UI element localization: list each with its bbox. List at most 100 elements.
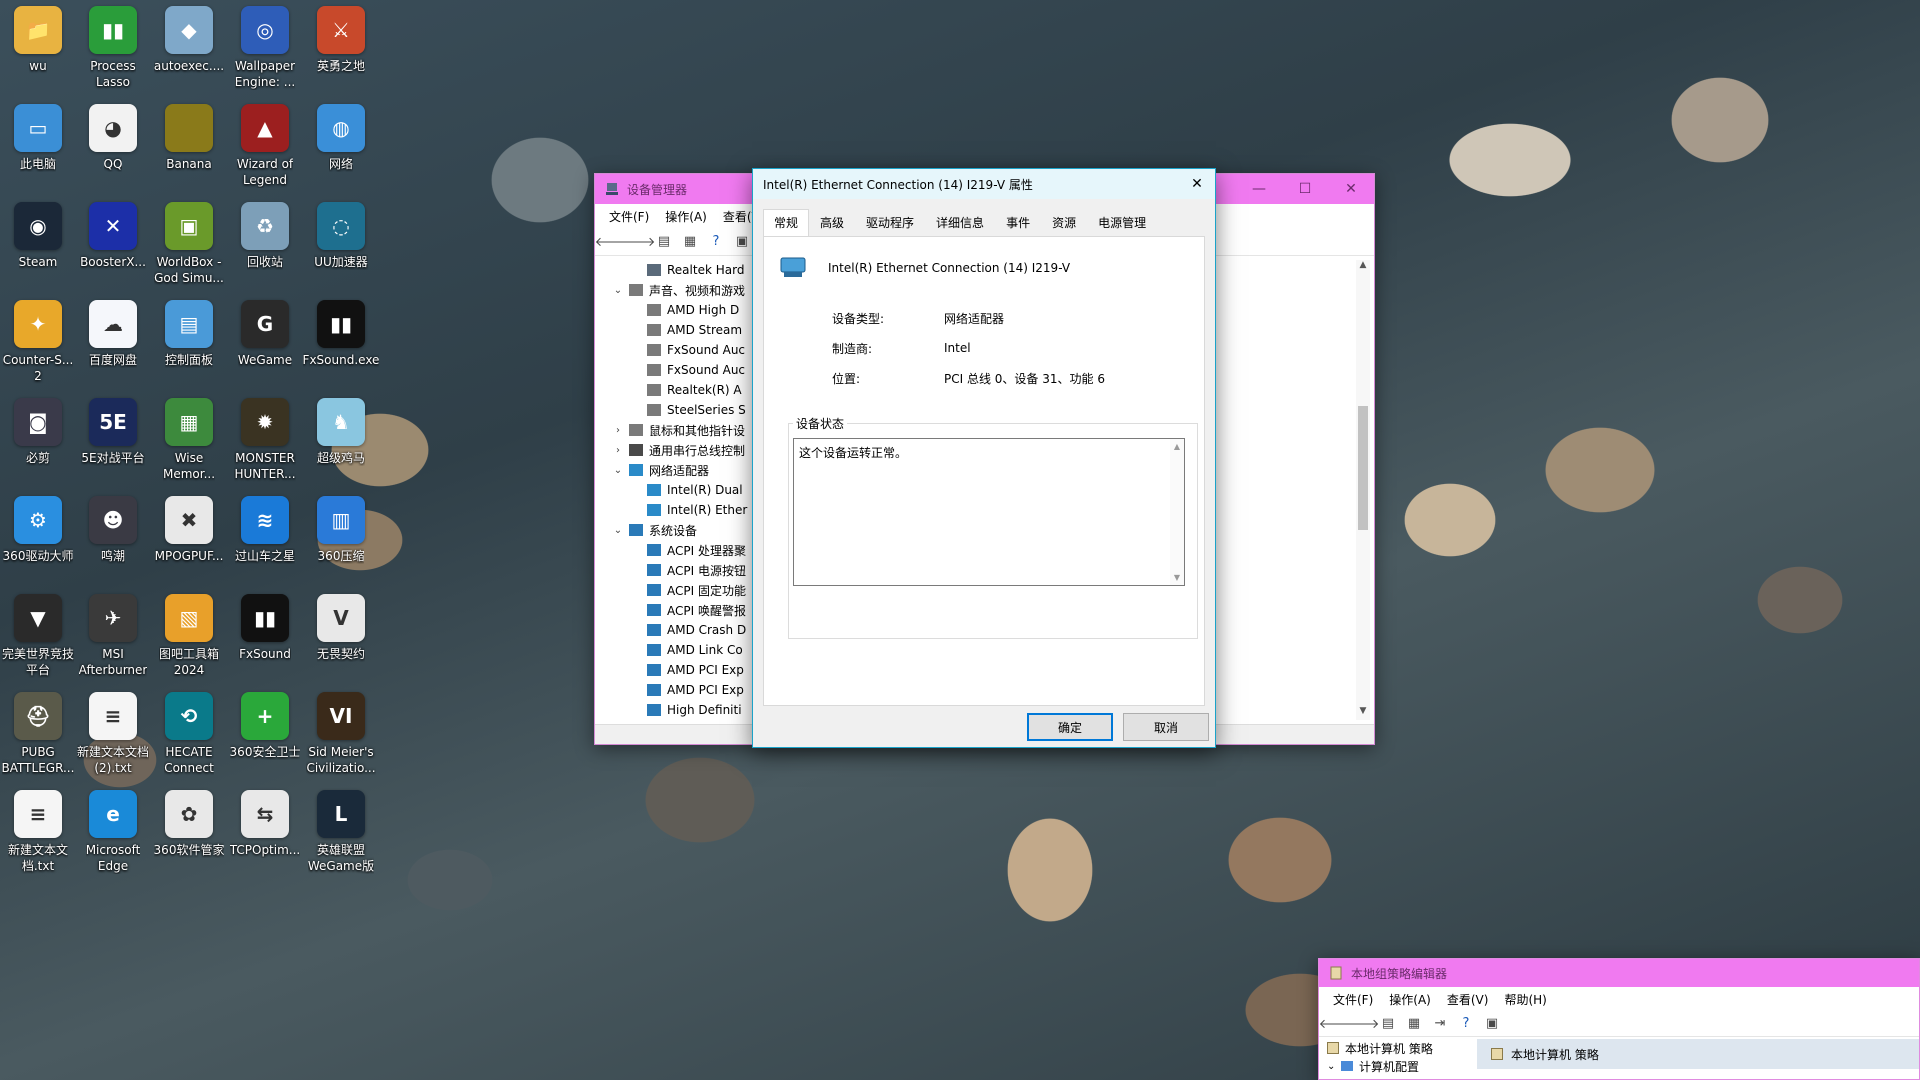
tree-item[interactable]: AMD Link Co: [607, 640, 757, 660]
export-icon[interactable]: ⇥: [1429, 1014, 1451, 1034]
tree-item[interactable]: Realtek(R) A: [607, 380, 757, 400]
status-textbox-scrollbar[interactable]: ▲ ▼: [1170, 439, 1184, 585]
tree-item[interactable]: AMD High D: [607, 300, 757, 320]
desktop-icon[interactable]: ◕ QQ: [75, 104, 151, 172]
desktop-icon[interactable]: ▧ 图吧工具箱 2024: [151, 594, 227, 678]
device-manager-scrollbar[interactable]: ▲ ▼: [1356, 260, 1370, 720]
tree-item[interactable]: FxSound Auc: [607, 340, 757, 360]
console-tree-icon[interactable]: ▤: [1377, 1014, 1399, 1034]
desktop-icon[interactable]: ◆ autoexec....: [151, 6, 227, 74]
ok-button[interactable]: 确定: [1027, 713, 1113, 741]
scroll-down-icon[interactable]: ▼: [1170, 573, 1184, 582]
tree-item[interactable]: › 鼠标和其他指针设: [607, 420, 757, 440]
properties-icon[interactable]: ▦: [1403, 1014, 1425, 1034]
desktop-icon[interactable]: ▦ Wise Memor...: [151, 398, 227, 482]
tree-item[interactable]: AMD Stream: [607, 320, 757, 340]
help-icon[interactable]: ?: [1455, 1014, 1477, 1034]
desktop-icon[interactable]: ☁ 百度网盘: [75, 300, 151, 368]
desktop-icon[interactable]: ✕ BoosterX...: [75, 202, 151, 270]
gp-tree-computer-config[interactable]: ⌄ 计算机配置: [1327, 1057, 1477, 1075]
desktop-icon[interactable]: ♻ 回收站: [227, 202, 303, 270]
minimize-button[interactable]: —: [1236, 174, 1282, 204]
chevron-right-icon[interactable]: ›: [611, 445, 625, 456]
desktop-icon[interactable]: ▮▮ FxSound: [227, 594, 303, 662]
chevron-down-icon[interactable]: ⌄: [611, 525, 625, 536]
desktop-icon[interactable]: VI Sid Meier's Civilizatio...: [303, 692, 379, 776]
cancel-button[interactable]: 取消: [1123, 713, 1209, 741]
console-tree-icon[interactable]: ▤: [653, 232, 675, 252]
gp-tree-root[interactable]: 本地计算机 策略: [1327, 1039, 1477, 1057]
device-status-textbox[interactable]: 这个设备运转正常。 ▲ ▼: [793, 438, 1185, 586]
forward-arrow-icon[interactable]: 🡒: [1345, 1014, 1380, 1034]
desktop-icon[interactable]: e Microsoft Edge: [75, 790, 151, 874]
desktop-icon[interactable]: ♞ 超级鸡马: [303, 398, 379, 466]
close-button[interactable]: ✕: [1328, 174, 1374, 204]
tree-item[interactable]: › 通用串行总线控制: [607, 440, 757, 460]
desktop-icon[interactable]: 📁 wu: [0, 6, 76, 74]
desktop-icon[interactable]: ≡ 新建文本文 档.txt: [0, 790, 76, 874]
desktop-icon[interactable]: ▣ WorldBox - God Simu...: [151, 202, 227, 286]
desktop-icon[interactable]: ◎ Wallpaper Engine: ...: [227, 6, 303, 90]
desktop-icon[interactable]: ✈ MSI Afterburner: [75, 594, 151, 678]
desktop-icon[interactable]: ⟲ HECATE Connect: [151, 692, 227, 776]
chevron-down-icon[interactable]: ⌄: [611, 285, 625, 296]
tree-item[interactable]: FxSound Auc: [607, 360, 757, 380]
desktop-icon[interactable]: 5E 5E对战平台: [75, 398, 151, 466]
scroll-down-icon[interactable]: ▼: [1356, 706, 1370, 720]
forward-arrow-icon[interactable]: 🡒: [621, 232, 656, 252]
desktop-icon[interactable]: ≋ 过山车之星: [227, 496, 303, 564]
tree-item[interactable]: ⌄ 声音、视频和游戏: [607, 280, 757, 300]
tree-item[interactable]: High Definiti: [607, 700, 757, 720]
desktop-icon[interactable]: ☻ 鸣潮: [75, 496, 151, 564]
tree-item[interactable]: Intel(R) Dual: [607, 480, 757, 500]
tab-resources[interactable]: 资源: [1041, 209, 1087, 236]
tree-item[interactable]: ⌄ 系统设备: [607, 520, 757, 540]
desktop-icon[interactable]: ▲ Wizard of Legend: [227, 104, 303, 188]
desktop-icon[interactable]: ▭ 此电脑: [0, 104, 76, 172]
tree-item[interactable]: ACPI 固定功能: [607, 580, 757, 600]
desktop-icon[interactable]: ⚙ 360驱动大师: [0, 496, 76, 564]
tree-item[interactable]: ACPI 唤醒警报: [607, 600, 757, 620]
desktop-icon[interactable]: G WeGame: [227, 300, 303, 368]
desktop-icon[interactable]: ✦ Counter-S... 2: [0, 300, 76, 384]
menu-action[interactable]: 操作(A): [657, 208, 715, 225]
chevron-down-icon[interactable]: ⌄: [611, 465, 625, 476]
desktop-icon[interactable]: +360安全卫士: [227, 692, 303, 760]
gp-menu-action[interactable]: 操作(A): [1381, 991, 1439, 1008]
desktop-icon[interactable]: ◉ Steam: [0, 202, 76, 270]
tree-item[interactable]: Intel(R) Ether: [607, 500, 757, 520]
desktop-icon[interactable]: L 英雄联盟 WeGame版: [303, 790, 379, 874]
scroll-thumb[interactable]: [1358, 406, 1368, 530]
desktop-icon[interactable]: ⚔ 英勇之地: [303, 6, 379, 74]
maximize-button[interactable]: ☐: [1282, 174, 1328, 204]
desktop-icon[interactable]: ✹ MONSTER HUNTER...: [227, 398, 303, 482]
tree-item[interactable]: AMD Crash D: [607, 620, 757, 640]
tree-item[interactable]: Realtek Hard: [607, 260, 757, 280]
desktop-icon[interactable]: ✖ MPOGPUF...: [151, 496, 227, 564]
group-policy-titlebar[interactable]: 本地组策略编辑器: [1319, 959, 1919, 987]
help-icon[interactable]: ?: [705, 232, 727, 252]
desktop-icon[interactable]: ≡ 新建文本文档 (2).txt: [75, 692, 151, 776]
tree-item[interactable]: AMD PCI Exp: [607, 660, 757, 680]
tree-item[interactable]: ACPI 电源按钮: [607, 560, 757, 580]
tree-item[interactable]: AMD PCI Exp: [607, 680, 757, 700]
desktop-icon[interactable]: ▮▮ Process Lasso: [75, 6, 151, 90]
gp-menu-view[interactable]: 查看(V): [1439, 991, 1497, 1008]
scroll-up-icon[interactable]: ▲: [1356, 260, 1370, 274]
tab-power-management[interactable]: 电源管理: [1087, 209, 1157, 236]
desktop-icon[interactable]: ✿ 360软件管家: [151, 790, 227, 858]
desktop-icon[interactable]: V 无畏契约: [303, 594, 379, 662]
gp-menu-file[interactable]: 文件(F): [1325, 991, 1381, 1008]
tab-events[interactable]: 事件: [995, 209, 1041, 236]
properties-icon[interactable]: ▦: [679, 232, 701, 252]
gp-menu-help[interactable]: 帮助(H): [1496, 991, 1554, 1008]
dialog-close-button[interactable]: ✕: [1179, 169, 1215, 199]
desktop-icon[interactable]: ◙ 必剪: [0, 398, 76, 466]
view-icon[interactable]: ▣: [731, 232, 753, 252]
desktop-icon[interactable]: ▤ 控制面板: [151, 300, 227, 368]
menu-file[interactable]: 文件(F): [601, 208, 657, 225]
desktop-icon[interactable]: ▮▮ FxSound.exe: [303, 300, 379, 368]
tab-details[interactable]: 详细信息: [925, 209, 995, 236]
desktop-icon[interactable]: ⛑ PUBG BATTLEGR...: [0, 692, 76, 776]
desktop-icon[interactable]: ▥ 360压缩: [303, 496, 379, 564]
